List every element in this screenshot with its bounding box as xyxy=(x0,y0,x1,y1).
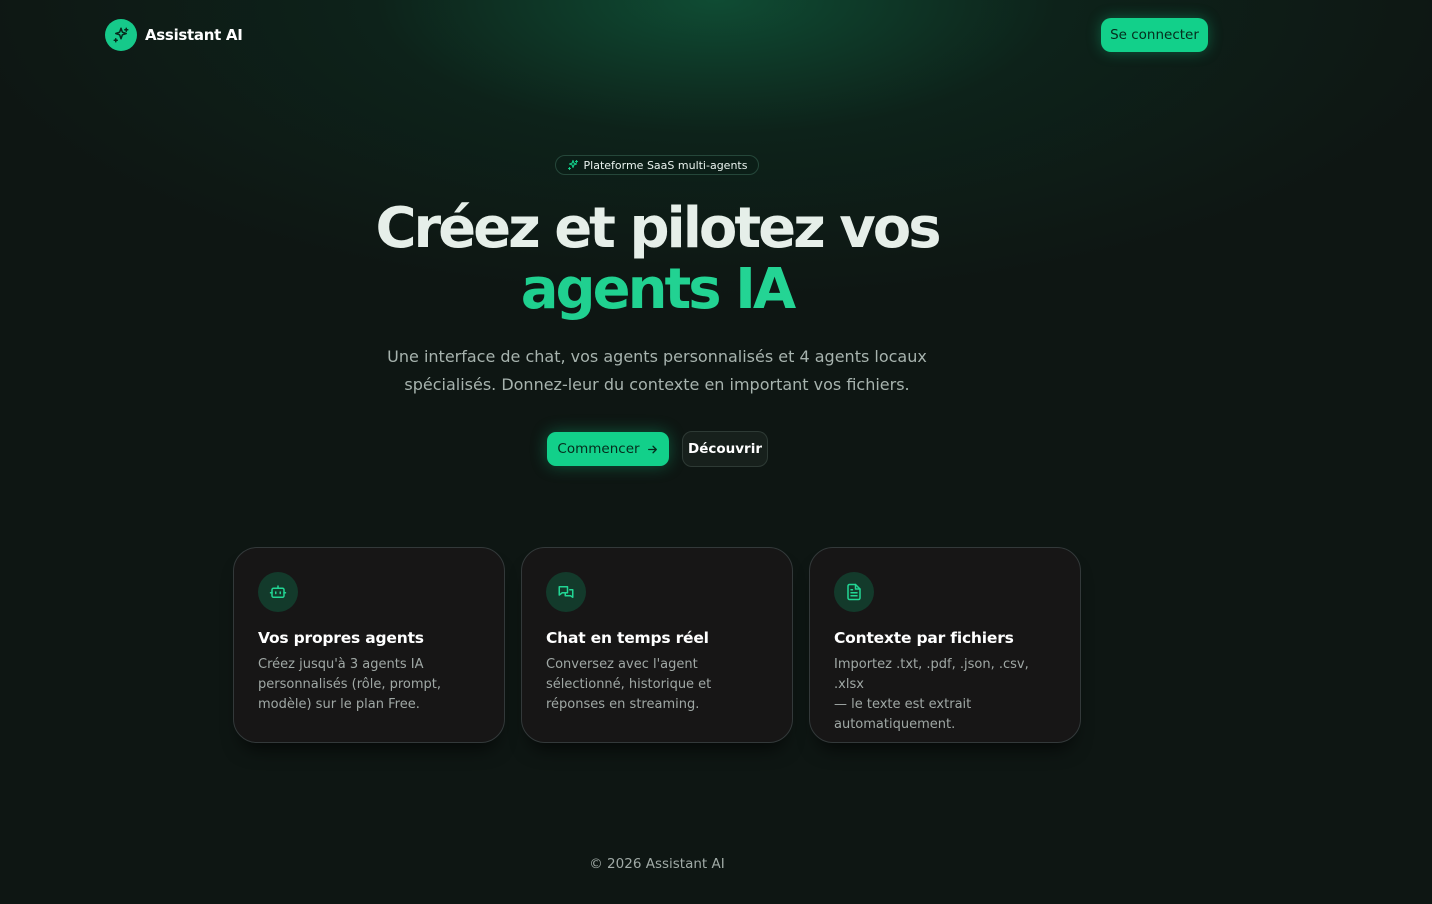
start-button[interactable]: Commencer xyxy=(547,432,669,466)
sparkles-logo-icon xyxy=(105,19,137,51)
footer-copyright: © 2026 Assistant AI xyxy=(589,856,725,872)
hero-badge: Plateforme SaaS multi-agents xyxy=(555,155,759,175)
start-button-label: Commencer xyxy=(557,441,640,457)
feature-desc-line: Importez .txt, .pdf, .json, .csv, .xlsx xyxy=(834,657,1029,692)
brand[interactable]: Assistant AI xyxy=(105,19,243,51)
feature-card-chat: Chat en temps réel Conversez avec l'agen… xyxy=(521,547,793,743)
feature-card-agents: Vos propres agents Créez jusqu'à 3 agent… xyxy=(233,547,505,743)
sparkles-icon xyxy=(567,159,579,171)
login-button[interactable]: Se connecter xyxy=(1101,18,1208,52)
feature-description: Créez jusqu'à 3 agents IA personnalisés … xyxy=(258,655,480,715)
feature-desc-line: automatiquement. xyxy=(834,717,956,732)
file-text-icon xyxy=(834,572,874,612)
feature-title: Vos propres agents xyxy=(258,629,424,647)
feature-title: Chat en temps réel xyxy=(546,629,709,647)
feature-desc-line: Créez jusqu'à 3 agents IA xyxy=(258,657,424,672)
feature-card-files: Contexte par fichiers Importez .txt, .pd… xyxy=(809,547,1081,743)
bot-icon xyxy=(258,572,298,612)
hero-badge-label: Plateforme SaaS multi-agents xyxy=(583,158,748,172)
hero-subtitle: Une interface de chat, vos agents person… xyxy=(340,343,974,399)
feature-title: Contexte par fichiers xyxy=(834,629,1014,647)
hero-title-line1: Créez et pilotez vos xyxy=(375,196,941,261)
arrow-right-icon xyxy=(646,443,659,456)
hero-subtitle-line1: Une interface de chat, vos agents person… xyxy=(387,347,927,366)
brand-name: Assistant AI xyxy=(145,26,243,44)
cta-row: Commencer Découvrir xyxy=(547,431,768,467)
feature-desc-line: — le texte est extrait xyxy=(834,697,972,712)
feature-desc-line: réponses en streaming. xyxy=(546,697,700,712)
hero-subtitle-line2: spécialisés. Donnez-leur du contexte en … xyxy=(404,375,910,394)
feature-description: Importez .txt, .pdf, .json, .csv, .xlsx … xyxy=(834,655,1056,735)
landing-page: Assistant AI Se connecter Plateforme Saa… xyxy=(0,0,1432,904)
feature-desc-line: sélectionné, historique et xyxy=(546,677,712,692)
feature-description: Conversez avec l'agent sélectionné, hist… xyxy=(546,655,768,715)
feature-desc-line: personnalisés (rôle, prompt, xyxy=(258,677,442,692)
chat-bubbles-icon xyxy=(546,572,586,612)
discover-button[interactable]: Découvrir xyxy=(682,431,768,467)
feature-desc-line: Conversez avec l'agent xyxy=(546,657,698,672)
hero-title-line2: agents IA xyxy=(0,260,1314,320)
feature-desc-line: modèle) sur le plan Free. xyxy=(258,697,420,712)
